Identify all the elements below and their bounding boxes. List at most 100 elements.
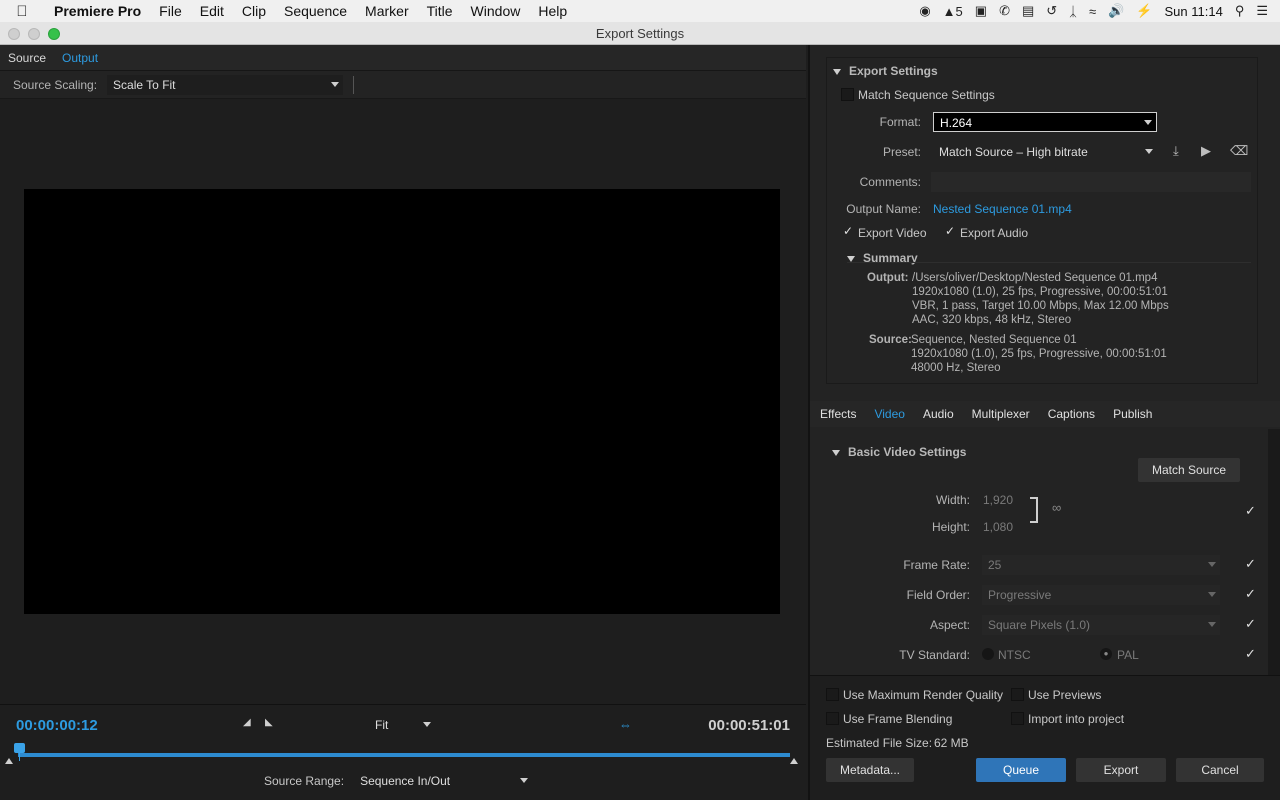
frame-blending-checkbox[interactable] (826, 712, 839, 725)
menu-clip[interactable]: Clip (233, 3, 275, 19)
tab-audio[interactable]: Audio (913, 407, 962, 421)
battery-icon[interactable]: ⚡ (1136, 3, 1152, 19)
import-preset-icon[interactable]: ▶ (1201, 143, 1211, 159)
aspect-label: Aspect: (929, 618, 970, 632)
width-value[interactable]: 1,920 (983, 493, 1013, 507)
field-order-dropdown[interactable]: Progressive (982, 585, 1220, 605)
menu-sequence[interactable]: Sequence (275, 3, 356, 19)
menu-title[interactable]: Title (418, 3, 462, 19)
tab-video[interactable]: Video (864, 407, 912, 421)
menu-marker[interactable]: Marker (356, 3, 418, 19)
search-icon[interactable]: ⚲ (1235, 3, 1245, 19)
export-button[interactable]: Export (1076, 758, 1166, 782)
export-settings-header[interactable]: Export Settings (833, 64, 938, 78)
export-video-label: Export Video (858, 226, 927, 240)
cancel-button[interactable]: Cancel (1176, 758, 1264, 782)
pal-radio[interactable]: ● (1100, 648, 1112, 660)
apple-icon[interactable]:  (0, 3, 44, 20)
preset-label: Preset: (882, 145, 921, 159)
mark-in-icon[interactable]: ◢ (243, 717, 253, 728)
menu-edit[interactable]: Edit (191, 3, 233, 19)
menubar:  Premiere Pro File Edit Clip Sequence M… (0, 0, 1280, 22)
tv-standard-match-checkbox[interactable]: ✓ (1245, 646, 1256, 662)
aspect-ratio-icon[interactable]: ⇔ (619, 717, 632, 732)
match-sequence-checkbox[interactable] (841, 88, 854, 101)
aspect-value: Square Pixels (1.0) (988, 618, 1091, 632)
settings-scrollbar[interactable] (1268, 429, 1280, 675)
basic-video-settings: Basic Video Settings Match Source Width:… (826, 437, 1256, 675)
metadata-button[interactable]: Metadata... (826, 758, 914, 782)
export-video-checkbox[interactable]: ✓ (843, 224, 853, 238)
tab-output[interactable]: Output (54, 45, 106, 71)
preview-tabs: Source Output (0, 45, 806, 71)
notification-center-icon[interactable]: ☰ (1256, 3, 1268, 19)
delete-preset-icon[interactable]: ⌫ (1230, 143, 1248, 159)
frame-blending-label: Use Frame Blending (843, 712, 953, 726)
match-sequence-label: Match Sequence Settings (858, 88, 995, 102)
output-name-link[interactable]: Nested Sequence 01.mp4 (933, 202, 1072, 216)
app-icon[interactable]: ▣ (975, 3, 987, 19)
menu-help[interactable]: Help (529, 3, 576, 19)
close-window-button[interactable] (8, 28, 20, 40)
zoom-window-button[interactable] (48, 28, 60, 40)
use-previews-checkbox[interactable] (1011, 688, 1024, 701)
source-scaling-dropdown[interactable]: Scale To Fit (107, 74, 344, 95)
keyboard-icon[interactable]: ▤ (1022, 3, 1034, 19)
frame-rate-dropdown[interactable]: 25 (982, 555, 1220, 575)
source-range-row: Source Range: Sequence In/Out (264, 771, 533, 791)
wifi-icon[interactable]: ≈ (1089, 4, 1096, 19)
creative-cloud-icon[interactable]: ◉ (919, 3, 930, 19)
menu-file[interactable]: File (150, 3, 191, 19)
source-scaling-label: Source Scaling: (13, 77, 98, 92)
source-range-dropdown[interactable]: Sequence In/Out (354, 771, 533, 791)
time-machine-icon[interactable]: ↺ (1046, 3, 1057, 19)
preset-dropdown[interactable]: Match Source – High bitrate (933, 142, 1157, 162)
basic-video-settings-header[interactable]: Basic Video Settings (832, 445, 966, 459)
menubar-clock[interactable]: Sun 11:14 (1165, 4, 1223, 19)
save-preset-icon[interactable]: ⤓ (1173, 143, 1179, 159)
adobe-badge: 5 (955, 3, 963, 19)
summary-source-details: Sequence, Nested Sequence 01 1920x1080 (… (911, 334, 1167, 374)
max-render-quality-checkbox[interactable] (826, 688, 839, 701)
queue-button[interactable]: Queue (976, 758, 1066, 782)
frame-rate-match-checkbox[interactable]: ✓ (1245, 556, 1256, 572)
window-title: Export Settings (595, 26, 685, 41)
ntsc-radio[interactable] (982, 648, 994, 660)
mark-out-icon[interactable]: ◣ (265, 717, 275, 728)
transport-bar: 00:00:00:12 ◢ ◣ Fit ⇔ 00:00:51:01 Source… (0, 704, 806, 800)
chevron-down-icon (1145, 149, 1153, 154)
volume-icon[interactable]: 🔊 (1108, 3, 1124, 19)
phone-icon[interactable]: ✆ (999, 3, 1010, 19)
link-icon[interactable]: ∞ (1052, 500, 1061, 515)
pal-label: PAL (1117, 648, 1139, 662)
height-value[interactable]: 1,080 (983, 520, 1013, 534)
range-start-handle[interactable] (5, 758, 13, 764)
menu-window[interactable]: Window (462, 3, 530, 19)
import-into-project-checkbox[interactable] (1011, 712, 1024, 725)
field-order-match-checkbox[interactable]: ✓ (1245, 586, 1256, 602)
comments-input[interactable] (931, 172, 1251, 192)
zoom-dropdown[interactable]: Fit (369, 715, 435, 735)
minimize-window-button[interactable] (28, 28, 40, 40)
match-source-button[interactable]: Match Source (1138, 458, 1240, 482)
aspect-dropdown[interactable]: Square Pixels (1.0) (982, 615, 1220, 635)
tab-multiplexer[interactable]: Multiplexer (962, 407, 1038, 421)
tab-effects[interactable]: Effects (810, 407, 864, 421)
format-dropdown[interactable]: H.264 (933, 112, 1157, 132)
chevron-down-icon (520, 778, 529, 783)
tab-captions[interactable]: Captions (1038, 407, 1103, 421)
tab-source[interactable]: Source (0, 45, 54, 71)
dimensions-match-checkbox[interactable]: ✓ (1245, 503, 1256, 519)
current-timecode[interactable]: 00:00:00:12 (16, 717, 98, 734)
source-range-value: Sequence In/Out (360, 774, 451, 788)
aspect-match-checkbox[interactable]: ✓ (1245, 616, 1256, 632)
app-name-menu[interactable]: Premiere Pro (44, 3, 150, 19)
adobe-icon[interactable]: ▲5 (943, 4, 963, 19)
preset-value: Match Source – High bitrate (939, 145, 1088, 159)
export-audio-checkbox[interactable]: ✓ (945, 224, 955, 238)
ntsc-label: NTSC (998, 648, 1031, 662)
tab-publish[interactable]: Publish (1103, 407, 1160, 421)
range-end-handle[interactable] (790, 758, 798, 764)
timeline-range-bar[interactable] (18, 753, 790, 757)
bluetooth-icon[interactable]: ᛣ (1069, 4, 1077, 19)
